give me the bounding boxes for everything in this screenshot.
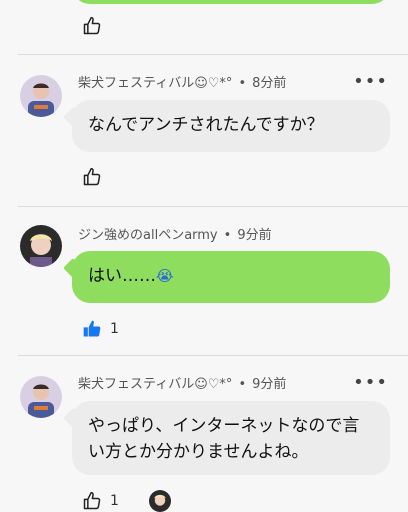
previous-comment-bubble bbox=[72, 0, 390, 4]
like-row bbox=[82, 167, 102, 187]
like-count: 1 bbox=[110, 321, 119, 337]
comment-text: やっぱり、インターネットなので言い方とか分かりませんよね。 bbox=[88, 416, 360, 462]
more-icon[interactable]: ••• bbox=[353, 73, 388, 91]
comment-text: なんでアンチされたんですか？ bbox=[88, 115, 324, 135]
comment-meta: 柴犬フェスティバル☺♡*° • 8分前 bbox=[78, 72, 286, 91]
timestamp: 9分前 bbox=[237, 228, 272, 243]
like-button[interactable] bbox=[82, 16, 102, 40]
comment-divider bbox=[18, 54, 408, 55]
author-name[interactable]: 柴犬フェスティバル☺♡*° bbox=[78, 76, 232, 91]
thumbs-up-outline-icon[interactable] bbox=[82, 491, 102, 511]
avatar[interactable] bbox=[20, 376, 62, 418]
thumbs-up-filled-icon[interactable] bbox=[82, 319, 102, 339]
like-count: 1 bbox=[110, 493, 119, 509]
separator: • bbox=[223, 228, 232, 243]
author-name[interactable]: 柴犬フェスティバル☺♡*° bbox=[78, 377, 232, 392]
separator: • bbox=[238, 377, 247, 392]
more-icon[interactable]: ••• bbox=[353, 374, 388, 392]
avatar[interactable] bbox=[20, 225, 62, 267]
like-row: 1 bbox=[82, 319, 119, 339]
comment-bubble: やっぱり、インターネットなので言い方とか分かりませんよね。 bbox=[72, 401, 390, 475]
timestamp: 8分前 bbox=[252, 76, 287, 91]
liker-avatar[interactable] bbox=[148, 490, 171, 512]
comment-meta: ジン強めのallペンarmy • 9分前 bbox=[78, 224, 272, 243]
timestamp: 9分前 bbox=[252, 377, 287, 392]
comment-divider bbox=[18, 355, 408, 356]
avatar[interactable] bbox=[20, 75, 62, 117]
separator: • bbox=[238, 76, 247, 91]
comment-bubble: はい……😭 bbox=[72, 251, 390, 303]
comment-text: はい…… bbox=[88, 266, 156, 286]
thumbs-up-outline-icon[interactable] bbox=[82, 167, 102, 187]
comment-bubble: なんでアンチされたんですか？ bbox=[72, 100, 390, 152]
like-row: 1 bbox=[82, 490, 171, 512]
crying-emoji: 😭 bbox=[156, 267, 174, 285]
comment-divider bbox=[18, 206, 408, 207]
comment-meta: 柴犬フェスティバル☺♡*° • 9分前 bbox=[78, 373, 286, 392]
author-name[interactable]: ジン強めのallペンarmy bbox=[78, 228, 218, 243]
thumbs-up-outline-icon bbox=[83, 16, 101, 35]
